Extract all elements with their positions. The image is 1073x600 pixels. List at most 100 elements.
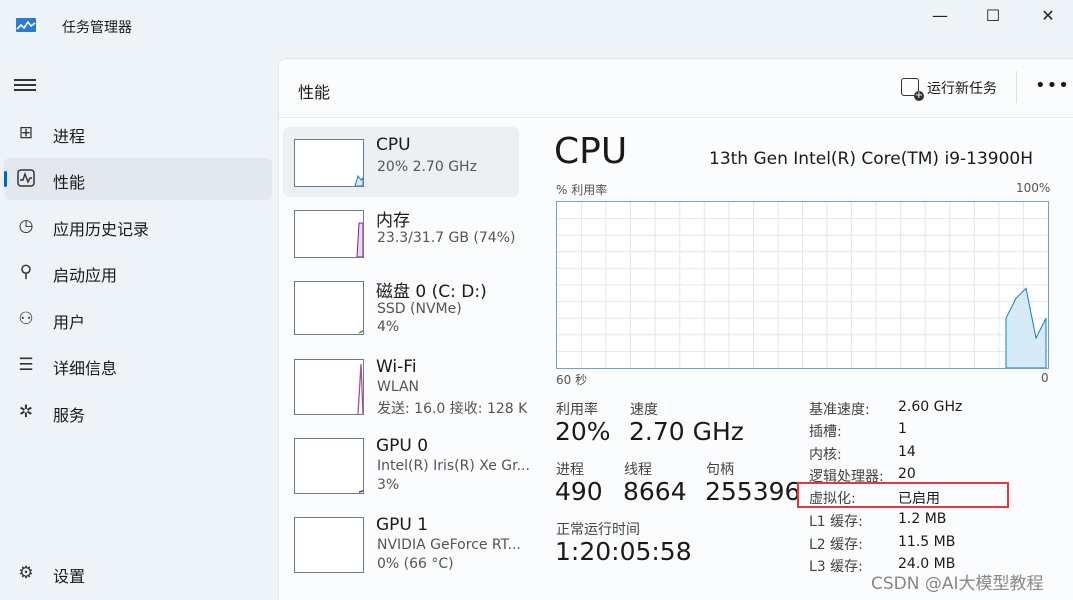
- task-manager-icon: [16, 18, 36, 32]
- cpu-utilization-area: [1005, 287, 1047, 368]
- processes-label: 进程: [556, 462, 584, 478]
- resource-detail: SSD (NVMe): [377, 301, 462, 317]
- spec-value: 1: [898, 421, 907, 437]
- resource-item-memory[interactable]: 内存 23.3/31.7 GB (74%): [283, 198, 519, 268]
- utilization-label: 利用率: [556, 402, 598, 418]
- more-options-button[interactable]: •••: [1035, 75, 1070, 96]
- spec-label: 插槽:: [809, 424, 842, 440]
- sidebar-item-settings[interactable]: ⚙ 设置: [4, 552, 272, 594]
- cpu-thumbnail-graph: [294, 139, 364, 187]
- spec-value: 2.60 GHz: [898, 399, 963, 415]
- startup-icon: ⚲: [19, 262, 33, 282]
- graph-min-label: 0: [1041, 371, 1049, 385]
- resource-name: 内存: [376, 211, 410, 231]
- run-task-icon: [901, 78, 924, 101]
- resource-item-disk[interactable]: 磁盘 0 (C: D:) SSD (NVMe) 4%: [283, 269, 519, 339]
- resource-name: CPU: [376, 135, 411, 155]
- resource-name: Wi-Fi: [376, 357, 417, 377]
- speed-label: 速度: [630, 402, 658, 418]
- sidebar-item-users[interactable]: ⚇ 用户: [4, 298, 272, 340]
- resource-detail: NVIDIA GeForce RT...: [377, 537, 521, 553]
- gpu0-thumbnail-graph: [294, 438, 364, 494]
- run-new-task-button[interactable]: 运行新任务: [901, 78, 997, 101]
- sidebar-item-label: 性能: [53, 173, 86, 192]
- maximize-button[interactable]: ☐: [973, 6, 1013, 26]
- resource-detail: 23.3/31.7 GB (74%): [377, 230, 516, 246]
- watermark: CSDN @AI大模型教程: [871, 574, 1044, 594]
- sidebar-item-label: 设置: [53, 567, 86, 586]
- resource-item-cpu[interactable]: CPU 20% 2.70 GHz: [283, 127, 519, 197]
- sidebar-item-performance[interactable]: 性能: [4, 158, 272, 200]
- users-icon: ⚇: [18, 309, 34, 329]
- menu-icon[interactable]: [14, 76, 36, 96]
- resource-item-wifi[interactable]: Wi-Fi WLAN 发送: 16.0 接收: 128 K: [283, 349, 527, 419]
- threads-label: 线程: [624, 462, 652, 478]
- minimize-button[interactable]: —: [920, 6, 960, 26]
- memory-thumbnail-graph: [294, 210, 364, 258]
- resource-item-gpu1[interactable]: GPU 1 NVIDIA GeForce RT... 0% (66 °C): [283, 507, 521, 577]
- sidebar-item-processes[interactable]: ⊞ 进程: [4, 112, 272, 154]
- spec-label: L2 缓存:: [809, 537, 863, 553]
- sidebar-item-app-history[interactable]: ◷ 应用历史记录: [4, 205, 272, 247]
- handles-label: 句柄: [706, 462, 734, 478]
- spec-label: 基准速度:: [809, 402, 870, 418]
- performance-icon: [16, 169, 36, 189]
- history-icon: ◷: [18, 216, 34, 236]
- resource-name: 磁盘 0 (C: D:): [376, 282, 487, 302]
- sidebar: ⊞ 进程 性能 ◷ 应用历史记录 ⚲ 启动应用 ⚇ 用户 ☰ 详细信息 ✲ 服务…: [0, 56, 278, 599]
- graph-time-label: 60 秒: [556, 373, 588, 387]
- graph-max-label: 100%: [1016, 181, 1051, 195]
- sidebar-item-label: 详细信息: [53, 359, 118, 378]
- processes-value: 490: [555, 477, 603, 506]
- page-title: 性能: [298, 83, 331, 102]
- uptime-value: 1:20:05:58: [555, 537, 692, 566]
- close-button[interactable]: ✕: [1028, 6, 1068, 26]
- resource-item-gpu0[interactable]: GPU 0 Intel(R) Iris(R) Xe Gr... 3%: [283, 428, 530, 498]
- processor-name: 13th Gen Intel(R) Core(TM) i9-13900H: [709, 149, 1034, 169]
- disk-thumbnail-graph: [294, 281, 364, 335]
- active-indicator: [4, 171, 7, 187]
- resource-detail: 20% 2.70 GHz: [377, 159, 477, 175]
- gpu1-thumbnail-graph: [294, 517, 364, 573]
- virtualization-highlight-box: [797, 482, 1009, 508]
- title-bar: 任务管理器 — ☐ ✕: [0, 0, 1073, 56]
- sidebar-item-label: 进程: [53, 127, 86, 146]
- details-icon: ☰: [18, 355, 34, 375]
- services-icon: ✲: [18, 402, 34, 422]
- speed-value: 2.70 GHz: [629, 417, 744, 446]
- spec-label: L3 缓存:: [809, 559, 863, 575]
- resource-usage: 0% (66 °C): [377, 556, 454, 572]
- processes-icon: ⊞: [18, 123, 34, 143]
- sidebar-item-details[interactable]: ☰ 详细信息: [4, 344, 272, 386]
- run-new-task-label: 运行新任务: [927, 81, 997, 97]
- sidebar-item-startup[interactable]: ⚲ 启动应用: [4, 251, 272, 293]
- gear-icon: ⚙: [18, 563, 34, 583]
- main-panel: 性能 运行新任务 ••• CPU 20% 2.70 GHz 内存 23.3/31…: [278, 58, 1073, 600]
- resource-name: GPU 0: [376, 436, 429, 456]
- threads-value: 8664: [623, 477, 687, 506]
- handles-value: 255396: [705, 477, 801, 506]
- resource-detail: WLAN: [377, 379, 420, 395]
- sidebar-item-label: 应用历史记录: [53, 220, 150, 239]
- resource-usage: 3%: [377, 477, 400, 493]
- spec-value: 11.5 MB: [898, 534, 956, 550]
- cpu-utilization-graph: [556, 201, 1049, 369]
- spec-value: 1.2 MB: [898, 511, 947, 527]
- utilization-value: 20%: [555, 417, 611, 446]
- sidebar-item-label: 用户: [53, 313, 86, 332]
- spec-label: 内核:: [809, 447, 842, 463]
- detail-title: CPU: [554, 131, 628, 172]
- spec-value: 20: [898, 466, 916, 482]
- sidebar-item-services[interactable]: ✲ 服务: [4, 391, 272, 433]
- wifi-thumbnail-graph: [294, 359, 364, 415]
- sidebar-item-label: 服务: [53, 406, 86, 425]
- window-title: 任务管理器: [62, 20, 132, 36]
- resource-name: GPU 1: [376, 515, 429, 535]
- divider: [1016, 71, 1017, 103]
- spec-value: 14: [898, 444, 916, 460]
- divider: [279, 117, 1073, 118]
- resource-detail: Intel(R) Iris(R) Xe Gr...: [377, 458, 530, 474]
- resource-throughput: 发送: 16.0 接收: 128 K: [377, 401, 528, 417]
- resource-usage: 4%: [377, 319, 400, 335]
- uptime-label: 正常运行时间: [556, 522, 640, 538]
